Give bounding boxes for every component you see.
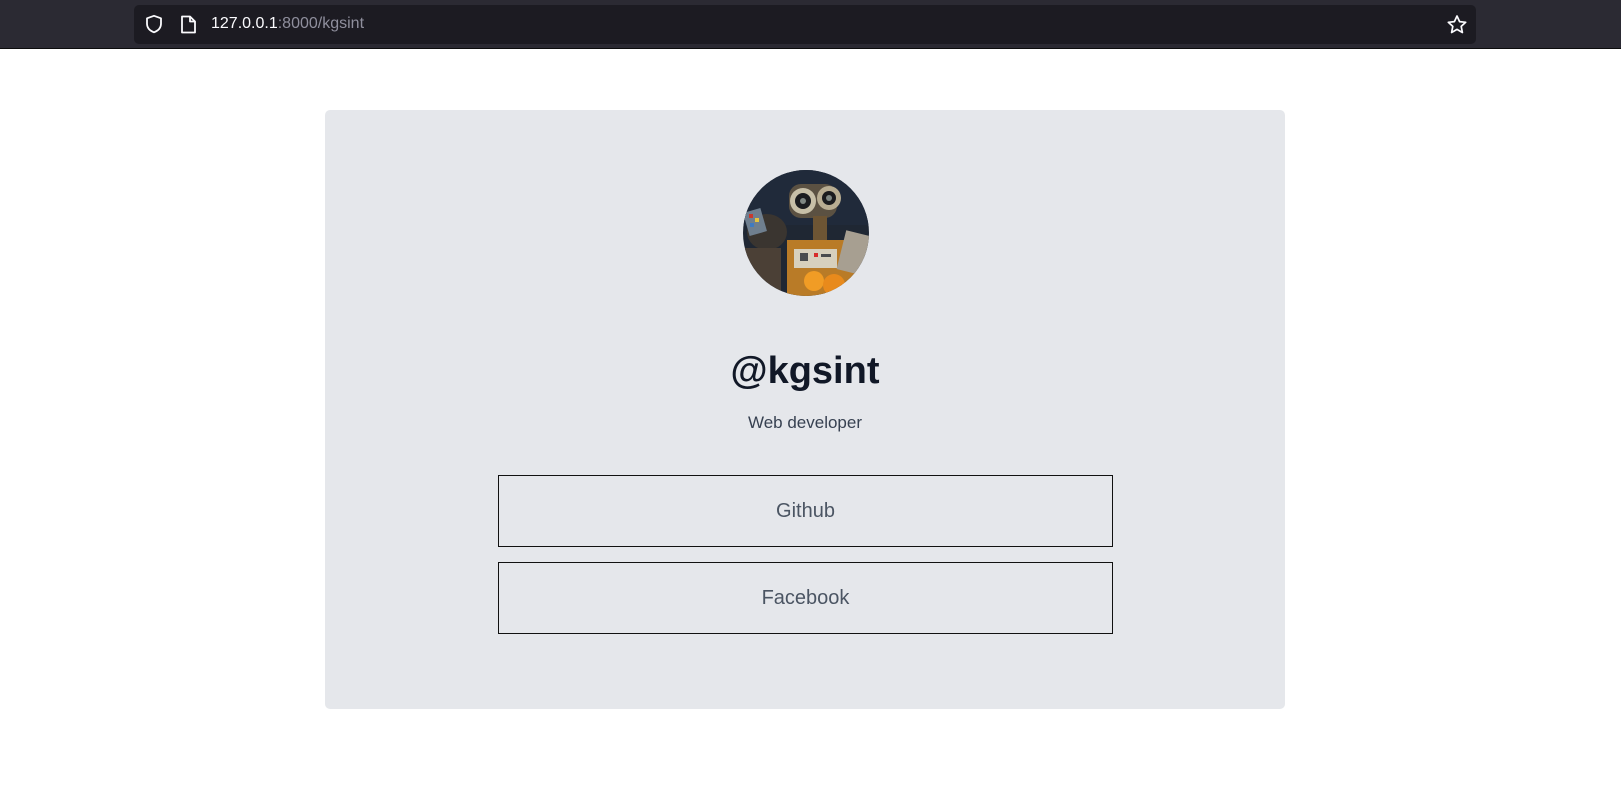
browser-toolbar: 127.0.0.1:8000/kgsint (0, 0, 1621, 49)
profile-handle: @kgsint (730, 350, 880, 392)
star-icon[interactable] (1446, 14, 1468, 36)
page-icon[interactable] (180, 15, 197, 34)
profile-card: @kgsint Web developer Github Facebook (325, 110, 1285, 709)
robot-avatar-image (743, 170, 869, 296)
shield-icon[interactable] (144, 14, 164, 34)
url-path: :8000/kgsint (277, 15, 365, 32)
github-link-button[interactable]: Github (498, 475, 1113, 547)
avatar (743, 170, 869, 296)
profile-bio: Web developer (747, 413, 863, 432)
url-text[interactable]: 127.0.0.1:8000/kgsint (211, 14, 364, 34)
url-host: 127.0.0.1 (211, 15, 278, 32)
address-bar[interactable]: 127.0.0.1:8000/kgsint (134, 5, 1476, 44)
facebook-link-button[interactable]: Facebook (498, 562, 1113, 634)
